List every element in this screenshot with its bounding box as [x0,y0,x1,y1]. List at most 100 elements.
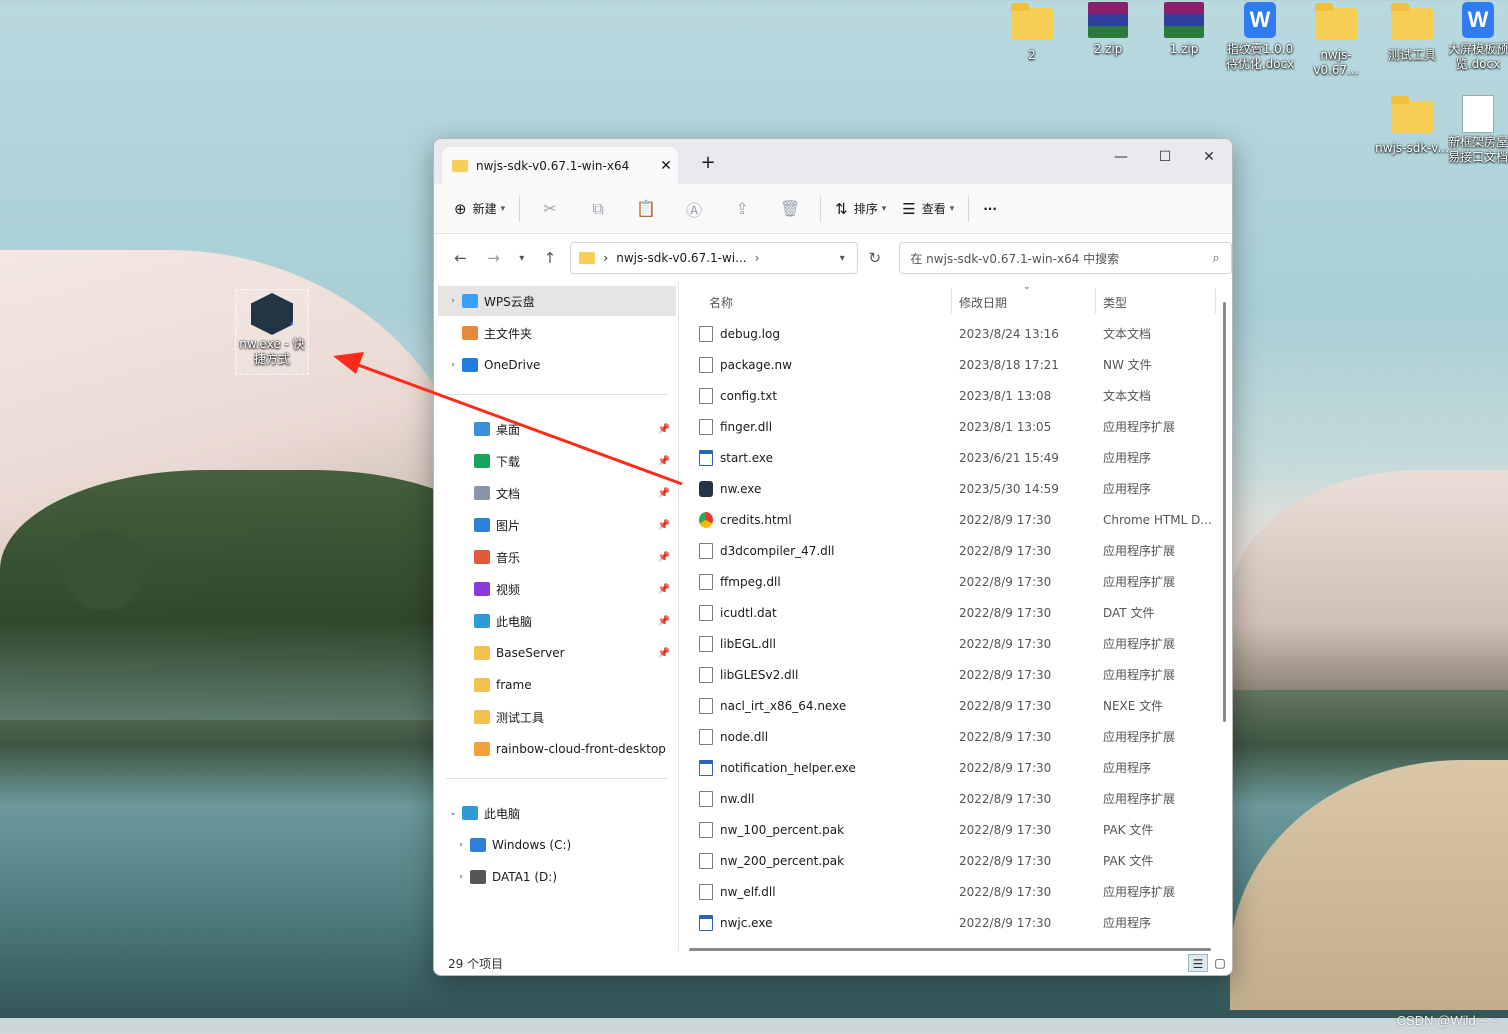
sidebar-item[interactable]: › WPS云盘 [438,286,676,316]
maximize-button[interactable]: ☐ [1142,143,1188,171]
sidebar-item[interactable]: 主文件夹 [438,318,676,348]
share-icon[interactable]: ⇪ [718,199,766,218]
file-row[interactable]: nw.dll 2022/8/9 17:30 应用程序扩展 [687,783,1215,814]
file-row[interactable]: nwjc.exe 2022/8/9 17:30 应用程序 [687,907,1215,938]
rename-icon[interactable]: Ⓐ [670,197,718,221]
minimize-button[interactable]: — [1098,143,1144,171]
file-row[interactable]: nw.exe 2023/5/30 14:59 应用程序 [687,473,1215,504]
sidebar-item[interactable]: ⌄ 此电脑 [438,798,676,828]
copy-icon[interactable]: ⧉ [574,199,622,219]
delete-icon[interactable]: 🗑 [766,199,814,218]
recent-locations-icon[interactable]: ▾ [510,253,533,264]
sidebar-item[interactable]: › OneDrive [438,350,676,380]
file-row[interactable]: notification_helper.exe 2022/8/9 17:30 应用程… [687,752,1215,783]
forward-arrow-icon[interactable]: → [477,249,510,267]
more-options-button[interactable]: ··· [975,193,1005,225]
file-row[interactable]: d3dcompiler_47.dll 2022/8/9 17:30 应用程序扩展 [687,535,1215,566]
file-row[interactable]: debug.log 2023/8/24 13:16 文本文档 [687,318,1215,349]
file-row[interactable]: nw_100_percent.pak 2022/8/9 17:30 PAK 文件 [687,814,1215,845]
desktop-icon[interactable]: 新框架房屋易接口文档 [1448,95,1508,165]
chevron-right-icon[interactable]: › [444,296,462,306]
address-field[interactable]: › nwjs-sdk-v0.67.1-wi... › ▾ [570,242,859,274]
up-arrow-icon[interactable]: ↑ [533,249,566,267]
details-view-icon[interactable]: ☰ [1188,954,1208,972]
desktop-icon[interactable]: 2 [995,2,1069,63]
file-name: finger.dll [720,419,773,434]
desktop-icon[interactable]: nwjs-v0.67... [1299,2,1373,78]
pin-icon: 📌 [657,455,670,467]
sidebar-item[interactable]: 下载 📌 [438,446,676,476]
breadcrumb[interactable]: nwjs-sdk-v0.67.1-wi... [616,251,746,265]
tiles-view-icon[interactable]: ▢ [1210,954,1230,972]
close-window-button[interactable]: ✕ [1186,143,1232,171]
file-row[interactable]: icudtl.dat 2022/8/9 17:30 DAT 文件 [687,597,1215,628]
file-row[interactable]: nacl_irt_x86_64.nexe 2022/8/9 17:30 NEXE 文… [687,690,1215,721]
file-row[interactable]: ffmpeg.dll 2022/8/9 17:30 应用程序扩展 [687,566,1215,597]
nw-shortcut-icon[interactable]: nw.exe - 快捷方式 [235,289,309,375]
desktop-icon[interactable]: 2.zip [1071,2,1145,57]
file-row[interactable]: nw_200_percent.pak 2022/8/9 17:30 PAK 文件 [687,845,1215,876]
file-row[interactable]: package.nw 2023/8/18 17:21 NW 文件 [687,349,1215,380]
sidebar-item[interactable]: 音乐 📌 [438,542,676,572]
cut-icon[interactable]: ✂ [526,199,574,218]
sidebar-item[interactable]: › Windows (C:) [438,830,676,860]
sidebar-item[interactable]: 测试工具 [438,702,676,732]
sidebar-item[interactable]: 图片 📌 [438,510,676,540]
file-name: node.dll [720,729,769,744]
new-tab-button[interactable]: + [696,152,720,173]
column-header-name[interactable]: 名称 [709,294,733,311]
sidebar-item[interactable]: 视频 📌 [438,574,676,604]
file-row[interactable]: nw_elf.dll 2022/8/9 17:30 应用程序扩展 [687,876,1215,907]
chevron-down-icon[interactable]: ⌄ [444,808,462,818]
sidebar-item[interactable]: frame [438,670,676,700]
file-row[interactable]: libGLESv2.dll 2022/8/9 17:30 应用程序扩展 [687,659,1215,690]
paste-icon[interactable]: 📋 [622,199,670,218]
file-row[interactable]: node.dll 2022/8/9 17:30 应用程序扩展 [687,721,1215,752]
desktop-icon[interactable]: nwjs-sdk-v... [1375,95,1449,156]
view-button[interactable]: ☰ 查看 ▾ [894,193,962,225]
desktop-icon[interactable]: 1.zip [1147,2,1221,57]
file-row[interactable]: start.exe 2023/6/21 15:49 应用程序 [687,442,1215,473]
file-row[interactable]: config.txt 2023/8/1 13:08 文本文档 [687,380,1215,411]
column-header-modified[interactable]: 修改日期 [959,294,1007,311]
desktop-icon[interactable]: 测试工具 [1375,2,1449,63]
sidebar-item[interactable]: › DATA1 (D:) [438,862,676,892]
folder-icon [1390,96,1434,137]
sidebar-item[interactable]: 桌面 📌 [438,414,676,444]
divider [519,195,521,222]
file-row[interactable]: libEGL.dll 2022/8/9 17:30 应用程序扩展 [687,628,1215,659]
search-input[interactable]: 在 nwjs-sdk-v0.67.1-win-x64 中搜索 ⌕ [899,242,1232,274]
file-row[interactable]: credits.html 2022/8/9 17:30 Chrome HTML D.… [687,504,1215,535]
text-file-icon [699,387,713,404]
vertical-scrollbar[interactable] [1223,302,1226,722]
file-type: 应用程序 [1103,451,1152,465]
chevron-right-icon[interactable]: › [452,840,470,850]
file-name: nw.exe [720,481,762,496]
tab-current[interactable]: nwjs-sdk-v0.67.1-win-x64 ✕ [442,147,678,184]
sidebar-item[interactable]: 此电脑 📌 [438,606,676,636]
sidebar-item-label: 此电脑 [496,614,533,629]
column-header-type[interactable]: 类型 [1103,294,1127,311]
sidebar-item[interactable]: rainbow-cloud-front-desktop [438,734,676,764]
search-icon: ⌕ [1212,250,1220,266]
chevron-down-icon[interactable]: ▾ [827,253,857,264]
sort-button[interactable]: ⇅ 排序 ▾ [827,193,894,225]
new-button[interactable]: ⊕ 新建 ▾ [446,193,513,225]
desktop-icon[interactable]: W 指纹賣1.0.0待优化.docx [1223,2,1297,72]
file-type: 应用程序 [1103,916,1152,930]
file-type: 应用程序扩展 [1103,544,1176,558]
nw-app-icon [251,293,293,335]
sidebar-item-label: 文档 [496,486,521,501]
chevron-right-icon[interactable]: › [444,360,462,370]
close-tab-icon[interactable]: ✕ [654,158,678,174]
sidebar-item-label: 测试工具 [496,710,545,725]
file-row[interactable]: finger.dll 2023/8/1 13:05 应用程序扩展 [687,411,1215,442]
sidebar-item-label: BaseServer [496,646,565,660]
sidebar-item[interactable]: BaseServer 📌 [438,638,676,668]
folder-icon [474,710,490,724]
chevron-right-icon[interactable]: › [452,872,470,882]
refresh-icon[interactable]: ↻ [858,249,891,267]
sidebar-item[interactable]: 文档 📌 [438,478,676,508]
desktop-icon[interactable]: W 大屏模板预览.docx [1448,2,1508,72]
back-arrow-icon[interactable]: ← [444,249,477,267]
